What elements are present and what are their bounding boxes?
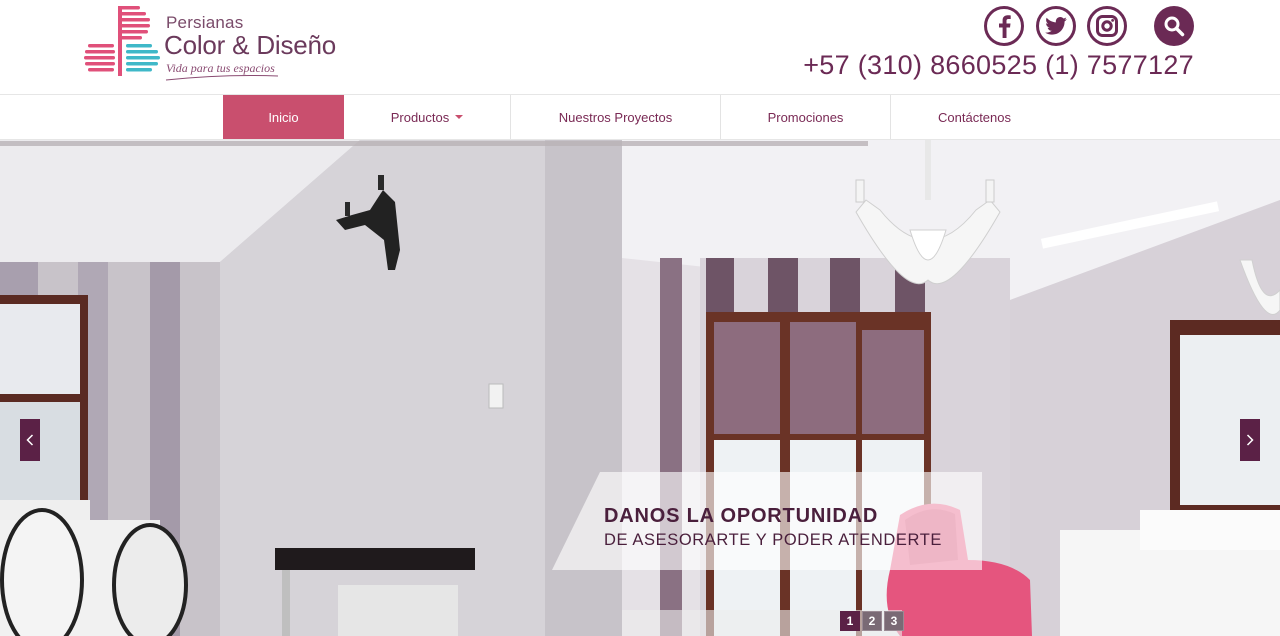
slider-prev-button[interactable] <box>20 419 40 461</box>
logo-mark-icon <box>84 6 160 76</box>
slide-page-1[interactable]: 1 <box>840 611 860 631</box>
site-header: Persianas Color & Diseño Vida para tus e… <box>0 0 1280 94</box>
slider-next-button[interactable] <box>1240 419 1260 461</box>
slider-pagination: 1 2 3 <box>840 611 904 631</box>
nav-item-label: Promociones <box>767 109 844 125</box>
twitter-icon[interactable] <box>1036 6 1076 46</box>
caret-down-icon <box>455 115 464 119</box>
nav-item-label: Inicio <box>268 109 299 125</box>
chevron-left-icon <box>26 434 34 446</box>
nav-item-label: Nuestros Proyectos <box>558 109 673 125</box>
tagline-swoosh-icon <box>165 75 279 81</box>
phone-number[interactable]: +57 (310) 8660525 (1) 7577127 <box>803 50 1194 81</box>
slide-caption-subtitle: DE ASESORARTE Y PODER ATENDERTE <box>604 531 943 549</box>
slide-caption-title: DANOS LA OPORTUNIDAD <box>604 505 879 527</box>
nav-item-inicio[interactable]: Inicio <box>223 95 344 139</box>
nav-item-contactenos[interactable]: Contáctenos <box>891 95 1058 139</box>
chevron-right-icon <box>1246 434 1254 446</box>
brand-name: Color & Diseño <box>164 30 337 60</box>
search-icon[interactable] <box>1154 6 1194 46</box>
facebook-icon[interactable] <box>984 6 1024 46</box>
nav-item-label: Productos <box>390 109 450 125</box>
slide-page-2[interactable]: 2 <box>862 611 882 631</box>
social-links <box>984 6 1194 46</box>
slide-page-3[interactable]: 3 <box>884 611 904 631</box>
nav-item-label: Contáctenos <box>938 109 1011 125</box>
instagram-icon[interactable] <box>1087 6 1127 46</box>
nav-item-nuestros-proyectos[interactable]: Nuestros Proyectos <box>511 95 721 139</box>
brand-logo[interactable]: Persianas Color & Diseño Vida para tus e… <box>84 4 344 84</box>
nav-item-promociones[interactable]: Promociones <box>721 95 891 139</box>
slide-progress-bar <box>0 141 868 146</box>
main-navigation: Inicio Productos Nuestros Proyectos Prom… <box>0 94 1280 140</box>
nav-item-productos[interactable]: Productos <box>344 95 511 139</box>
